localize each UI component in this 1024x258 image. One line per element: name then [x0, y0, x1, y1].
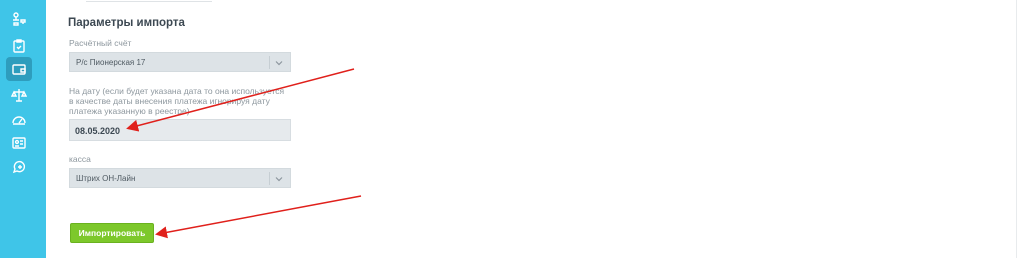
date-input[interactable]: 08.05.2020	[69, 119, 291, 141]
clipboard-icon[interactable]	[8, 35, 30, 57]
account-select[interactable]: Р/с Пионерская 17	[69, 52, 291, 72]
cashbox-value: Штрих ОН-Лайн	[76, 174, 136, 183]
select-separator	[269, 172, 270, 185]
sidebar	[0, 0, 46, 258]
cashbox-select[interactable]: Штрих ОН-Лайн	[69, 168, 291, 188]
import-button[interactable]: Импортировать	[70, 223, 154, 243]
select-separator	[269, 56, 270, 69]
wallet-icon[interactable]	[6, 57, 32, 81]
date-value: 08.05.2020	[75, 126, 121, 136]
people-tree-icon[interactable]	[8, 8, 30, 30]
chat-plus-icon[interactable]	[8, 157, 30, 179]
arrow-to-button	[155, 195, 362, 239]
panel-right-border	[1016, 0, 1017, 258]
id-card-icon[interactable]	[8, 132, 30, 154]
chevron-down-icon[interactable]	[274, 58, 284, 68]
chevron-down-icon[interactable]	[274, 174, 284, 184]
dashboard-icon[interactable]	[8, 108, 30, 130]
account-label: Расчётный счёт	[69, 38, 132, 48]
account-value: Р/с Пионерская 17	[76, 58, 146, 67]
section-title: Параметры импорта	[68, 17, 185, 29]
scale-icon[interactable]	[8, 84, 30, 106]
previous-field-edge	[86, 0, 212, 2]
date-label: На дату (если будет указана дата то она …	[69, 86, 285, 116]
cashbox-label: касса	[69, 154, 91, 164]
